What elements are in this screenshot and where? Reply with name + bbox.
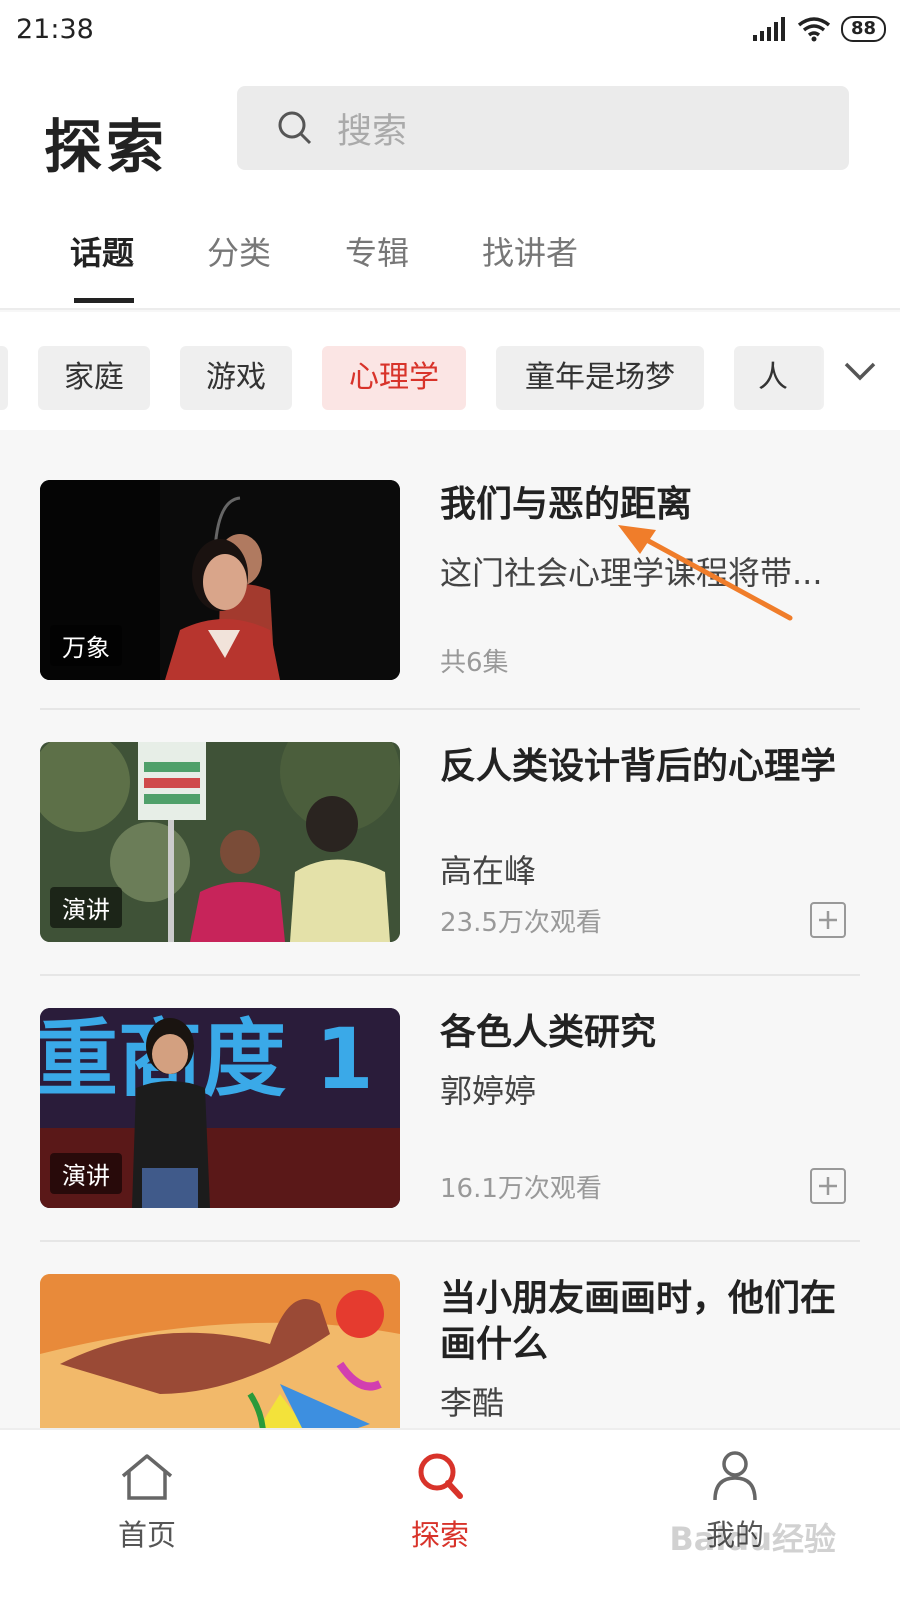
search-icon: [418, 1453, 463, 1499]
bottom-nav: 首页 探索 我的 Baidu经验: [0, 1428, 900, 1600]
signal-icon: [752, 17, 785, 41]
status-time: 21:38: [16, 14, 94, 45]
status-icons: 88: [752, 16, 886, 42]
item-title: 当小朋友画画时，他们在画什么: [440, 1278, 837, 1365]
chip-family[interactable]: 家庭: [38, 346, 150, 410]
thumbnail: 万象: [40, 480, 400, 680]
tab-bar: 话题 分类 专辑 找讲者: [0, 224, 900, 310]
item-subtitle: 高在峰: [440, 852, 537, 890]
nav-home-label: 首页: [117, 1518, 176, 1552]
person-icon: [713, 1451, 757, 1501]
list-item[interactable]: 当小朋友画画时，他们在画什么 李酷: [40, 1224, 860, 1428]
tab-albums[interactable]: 专辑: [345, 228, 409, 274]
battery-indicator: 88: [840, 16, 886, 42]
list-item[interactable]: 重商度 1 演讲 各色人类研究 郭婷婷 16.1万次观看: [40, 958, 860, 1228]
nav-home[interactable]: 首页: [87, 1450, 207, 1554]
active-tab-indicator: [74, 298, 134, 303]
topic-chips: 家庭 游戏 心理学 童年是场梦 人: [0, 312, 900, 430]
thumbnail-tag: 演讲: [50, 887, 122, 928]
annotation-arrow-icon: [618, 525, 793, 621]
plus-icon: [819, 911, 837, 929]
item-subtitle: 李酷: [440, 1384, 505, 1422]
thumbnail: [40, 1274, 400, 1428]
add-button[interactable]: [810, 902, 846, 938]
thumbnail-image: [40, 1274, 400, 1428]
tab-categories[interactable]: 分类: [207, 228, 271, 274]
nav-explore[interactable]: 探索: [380, 1450, 500, 1554]
page-title: 探索: [44, 113, 169, 181]
thumbnail-tag: 演讲: [50, 1153, 122, 1194]
tab-topics[interactable]: 话题: [70, 228, 134, 274]
item-meta: 16.1万次观看: [440, 1174, 602, 1204]
header: 探索 搜索 话题 分类 专辑 找讲者: [0, 60, 900, 310]
chips-expand[interactable]: [820, 312, 900, 430]
wifi-icon: [797, 17, 831, 42]
chevron-down-icon: [844, 362, 876, 381]
tab-speakers[interactable]: 找讲者: [482, 228, 578, 274]
item-title: 反人类设计背后的心理学: [440, 746, 837, 787]
chip-childhood-dream[interactable]: 童年是场梦: [496, 346, 704, 410]
chip-psychology[interactable]: 心理学: [322, 346, 466, 410]
thumbnail: 演讲: [40, 742, 400, 942]
home-icon: [121, 1454, 173, 1500]
item-meta: 23.5万次观看: [440, 908, 602, 938]
nav-explore-label: 探索: [410, 1518, 469, 1552]
status-bar: 21:38 88: [0, 0, 900, 60]
list-item[interactable]: 演讲 反人类设计背后的心理学 高在峰 23.5万次观看: [40, 692, 860, 962]
search-placeholder: 搜索: [337, 111, 408, 152]
item-subtitle: 郭婷婷: [440, 1072, 537, 1110]
chip-partial-right[interactable]: 人: [734, 346, 824, 410]
svg-text:重商度 1: 重商度 1: [40, 1010, 374, 1108]
watermark: Baidu经验: [669, 1520, 836, 1558]
thumbnail-tag: 万象: [50, 625, 122, 666]
item-meta: 共6集: [440, 648, 509, 678]
search-input[interactable]: 搜索: [237, 86, 849, 170]
chip-games[interactable]: 游戏: [180, 346, 292, 410]
thumbnail: 重商度 1 演讲: [40, 1008, 400, 1208]
chip-partial-left[interactable]: [0, 346, 8, 410]
plus-icon: [819, 1177, 837, 1195]
item-title: 各色人类研究: [440, 1012, 657, 1053]
add-button[interactable]: [810, 1168, 846, 1204]
search-icon: [278, 111, 312, 145]
